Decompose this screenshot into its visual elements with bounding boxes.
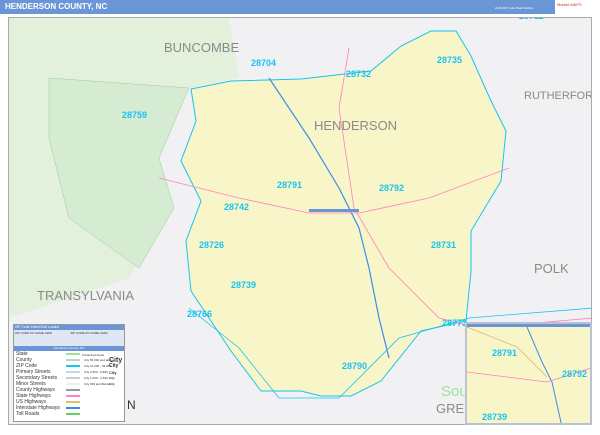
zip-index-table: ZIP CODE PO NAME GRID ZIP CODE PO NAME G… xyxy=(14,330,124,346)
zip-label: 28759 xyxy=(122,110,148,120)
zip-label: 28742 xyxy=(224,202,250,212)
column-header: ZIP CODE xyxy=(70,331,85,335)
legend-toll: Toll Roads xyxy=(14,411,82,417)
region-henderson: HENDERSON xyxy=(314,118,398,133)
region-south-carolina: Sou xyxy=(441,383,468,400)
zip-label: 28732 xyxy=(346,69,372,79)
region-buncombe: BUNCOMBE xyxy=(164,40,240,55)
zip-label: 28711 xyxy=(519,18,544,21)
zip-label: 28731 xyxy=(431,240,457,250)
legend-city-size: City 999 and Below City xyxy=(84,382,115,386)
inset-zip-label: 28792 xyxy=(562,369,588,379)
edition-label: 2023 ZIP Code Basic Edition xyxy=(495,6,534,10)
title-bar: HENDERSON COUNTY, NC 2023 ZIP Code Basic… xyxy=(0,0,600,14)
column-header: PO NAME xyxy=(85,331,100,335)
region-rutherford: RUTHERFORD xyxy=(524,90,591,102)
zip-label: 28739 xyxy=(231,280,257,290)
inset-map[interactable]: 28791 28792 28739 xyxy=(465,322,592,425)
zip-label: 28790 xyxy=(342,361,368,371)
inset-zip-label: 28791 xyxy=(492,348,518,358)
henderson-county xyxy=(180,30,507,397)
column-header: GRID xyxy=(44,331,53,335)
column-header: PO NAME xyxy=(29,331,44,335)
hendersonville-highlight xyxy=(309,209,359,212)
zip-label: 28791 xyxy=(277,180,303,190)
inset-zip-label: 28739 xyxy=(482,412,508,422)
zip-label: 28704 xyxy=(251,58,277,68)
zip-label: 28773 xyxy=(442,318,468,328)
column-header: GRID xyxy=(100,331,108,335)
column-header: ZIP CODE xyxy=(15,331,30,335)
zip-label: 28766 xyxy=(187,309,213,319)
region-transylvania: TRANSYLVANIA xyxy=(37,288,135,303)
legend: ZIP Code Index/Grid Locator ZIP CODE PO … xyxy=(13,324,125,422)
zip-label: 28735 xyxy=(437,55,463,65)
region-polk: POLK xyxy=(534,261,569,276)
map-title: HENDERSON COUNTY, NC xyxy=(5,2,108,11)
zip-label: 28792 xyxy=(379,183,405,193)
logo: Market MAPS xyxy=(555,0,600,14)
zip-label: 28726 xyxy=(199,240,225,250)
compass-icon: N xyxy=(127,398,136,412)
